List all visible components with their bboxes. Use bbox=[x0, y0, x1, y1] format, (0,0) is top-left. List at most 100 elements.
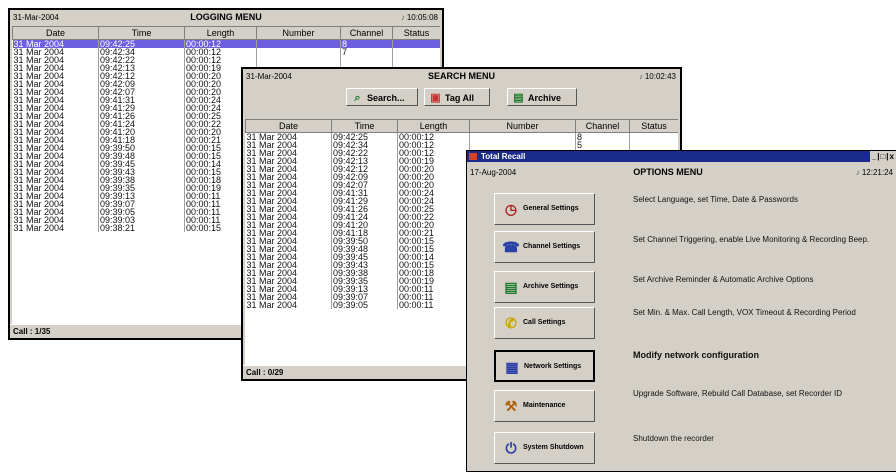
table-cell: 09:39:38 bbox=[98, 176, 185, 184]
table-cell: 00:00:12 bbox=[397, 149, 470, 157]
table-cell: 31 Mar 2004 bbox=[245, 221, 332, 229]
column-header[interactable]: Number bbox=[469, 119, 576, 133]
table-row[interactable]: 31 Mar 2004 09:42:34 00:00:12 7 bbox=[12, 48, 440, 56]
column-header[interactable]: Length bbox=[184, 26, 257, 40]
table-cell: 5 bbox=[575, 141, 630, 149]
tag-icon: ▣ bbox=[430, 92, 441, 104]
table-cell: 31 Mar 2004 bbox=[12, 184, 99, 192]
call-settings-description: Set Min. & Max. Call Length, VOX Timeout… bbox=[633, 308, 856, 317]
table-cell: 00:00:24 bbox=[397, 189, 470, 197]
table-cell bbox=[469, 141, 576, 149]
archive-settings-description: Set Archive Reminder & Automatic Archive… bbox=[633, 275, 814, 284]
table-cell: 31 Mar 2004 bbox=[12, 120, 99, 128]
table-cell: 31 Mar 2004 bbox=[12, 80, 99, 88]
clock-icon: ◷ bbox=[504, 201, 518, 217]
table-cell: 31 Mar 2004 bbox=[245, 293, 332, 301]
options-clock: ♪ 12:21:24 bbox=[856, 165, 893, 180]
table-cell: 31 Mar 2004 bbox=[12, 224, 99, 232]
column-header[interactable]: Length bbox=[397, 119, 470, 133]
network-settings-button[interactable]: ▦ Network Settings bbox=[494, 350, 595, 382]
table-row[interactable]: 31 Mar 2004 09:42:34 00:00:12 5 bbox=[245, 141, 678, 149]
table-cell: 09:39:50 bbox=[331, 237, 398, 245]
maintenance-button[interactable]: ⚒ Maintenance bbox=[494, 390, 595, 422]
table-cell: 09:42:07 bbox=[331, 181, 398, 189]
table-row[interactable]: 31 Mar 2004 09:42:25 00:00:12 8 bbox=[12, 39, 440, 48]
table-cell: 00:00:20 bbox=[397, 181, 470, 189]
table-cell: 09:39:43 bbox=[98, 168, 185, 176]
channel-settings-button[interactable]: ☎ Channel Settings bbox=[494, 231, 595, 263]
table-cell bbox=[392, 56, 440, 64]
table-cell: 09:41:29 bbox=[98, 104, 185, 112]
search-header: 31-Mar-2004 SEARCH MENU ♪ 10:02:43 bbox=[243, 69, 680, 84]
column-header[interactable]: Channel bbox=[575, 119, 630, 133]
window-controls[interactable]: _|□|x bbox=[869, 151, 896, 162]
column-header[interactable]: Channel bbox=[340, 26, 393, 40]
general-settings-description: Select Language, set Time, Date & Passwo… bbox=[633, 195, 798, 204]
table-cell: 31 Mar 2004 bbox=[245, 285, 332, 293]
table-cell: 09:42:07 bbox=[98, 88, 185, 96]
table-cell: 09:39:13 bbox=[98, 192, 185, 200]
table-cell: 31 Mar 2004 bbox=[245, 132, 332, 141]
table-cell: 09:41:18 bbox=[98, 136, 185, 144]
archive-icon: ▤ bbox=[513, 92, 524, 104]
tag-all-button[interactable]: ▣ Tag All bbox=[424, 88, 490, 106]
table-cell: 31 Mar 2004 bbox=[12, 88, 99, 96]
table-cell: 31 Mar 2004 bbox=[245, 173, 332, 181]
logging-clock: ♪ 10:05:08 bbox=[401, 10, 438, 25]
table-cell: 00:00:25 bbox=[397, 205, 470, 213]
search-button[interactable]: ⌕ Search... bbox=[346, 88, 418, 106]
table-row[interactable]: 31 Mar 2004 09:42:25 00:00:12 8 bbox=[245, 132, 678, 141]
general-settings-button[interactable]: ◷ General Settings bbox=[494, 193, 595, 225]
table-cell: 09:42:22 bbox=[98, 56, 185, 64]
search-time: 10:02:43 bbox=[644, 72, 676, 81]
table-cell: 31 Mar 2004 bbox=[245, 205, 332, 213]
table-cell: 09:42:13 bbox=[331, 157, 398, 165]
table-cell bbox=[256, 48, 341, 56]
table-cell bbox=[629, 141, 678, 149]
table-cell: 8 bbox=[575, 132, 630, 141]
table-cell: 09:42:34 bbox=[331, 141, 398, 149]
table-cell: 31 Mar 2004 bbox=[12, 200, 99, 208]
table-cell: 09:39:48 bbox=[98, 152, 185, 160]
table-cell: 00:00:14 bbox=[397, 253, 470, 261]
table-cell: 09:39:07 bbox=[98, 200, 185, 208]
logging-title: LOGGING MENU bbox=[190, 12, 262, 22]
table-cell: 09:42:34 bbox=[98, 48, 185, 56]
column-header[interactable]: Status bbox=[629, 119, 678, 133]
table-cell: 00:00:24 bbox=[397, 197, 470, 205]
table-cell: 31 Mar 2004 bbox=[12, 208, 99, 216]
column-header[interactable]: Time bbox=[331, 119, 398, 133]
system-shutdown-button[interactable]: ⏻ System Shutdown bbox=[494, 432, 595, 464]
table-cell: 31 Mar 2004 bbox=[12, 48, 99, 56]
table-cell: 31 Mar 2004 bbox=[245, 157, 332, 165]
archive-button[interactable]: ▤ Archive bbox=[507, 88, 577, 106]
table-cell: 31 Mar 2004 bbox=[245, 245, 332, 253]
column-header[interactable]: Number bbox=[256, 26, 341, 40]
column-header[interactable]: Status bbox=[392, 26, 440, 40]
archive-settings-button[interactable]: ▤ Archive Settings bbox=[494, 271, 595, 303]
table-cell: 00:00:15 bbox=[397, 261, 470, 269]
table-row[interactable]: 31 Mar 2004 09:42:22 00:00:12 bbox=[12, 56, 440, 64]
options-title: OPTIONS MENU bbox=[633, 167, 703, 177]
options-titlebar: Total Recall _|□|x bbox=[467, 151, 896, 162]
table-cell: 09:39:03 bbox=[98, 216, 185, 224]
call-icon: ✆ bbox=[505, 315, 517, 331]
table-cell: 00:00:21 bbox=[397, 229, 470, 237]
app-icon bbox=[469, 153, 477, 160]
table-cell: 31 Mar 2004 bbox=[245, 197, 332, 205]
table-cell: 09:39:07 bbox=[331, 293, 398, 301]
table-cell: 31 Mar 2004 bbox=[12, 216, 99, 224]
table-cell: 31 Mar 2004 bbox=[245, 277, 332, 285]
call-settings-button[interactable]: ✆ Call Settings bbox=[494, 307, 595, 339]
logging-header: 31-Mar-2004 LOGGING MENU ♪ 10:05:08 bbox=[10, 10, 442, 25]
column-header[interactable]: Time bbox=[98, 26, 185, 40]
table-cell: 00:00:20 bbox=[397, 221, 470, 229]
magnifier-icon: ⌕ bbox=[354, 92, 361, 104]
column-header[interactable]: Date bbox=[245, 119, 332, 133]
options-time: 12:21:24 bbox=[861, 168, 893, 177]
table-cell: 09:41:20 bbox=[331, 221, 398, 229]
table-cell: 31 Mar 2004 bbox=[245, 253, 332, 261]
archive-icon: ▤ bbox=[504, 279, 518, 295]
table-cell: 31 Mar 2004 bbox=[245, 149, 332, 157]
column-header[interactable]: Date bbox=[12, 26, 99, 40]
